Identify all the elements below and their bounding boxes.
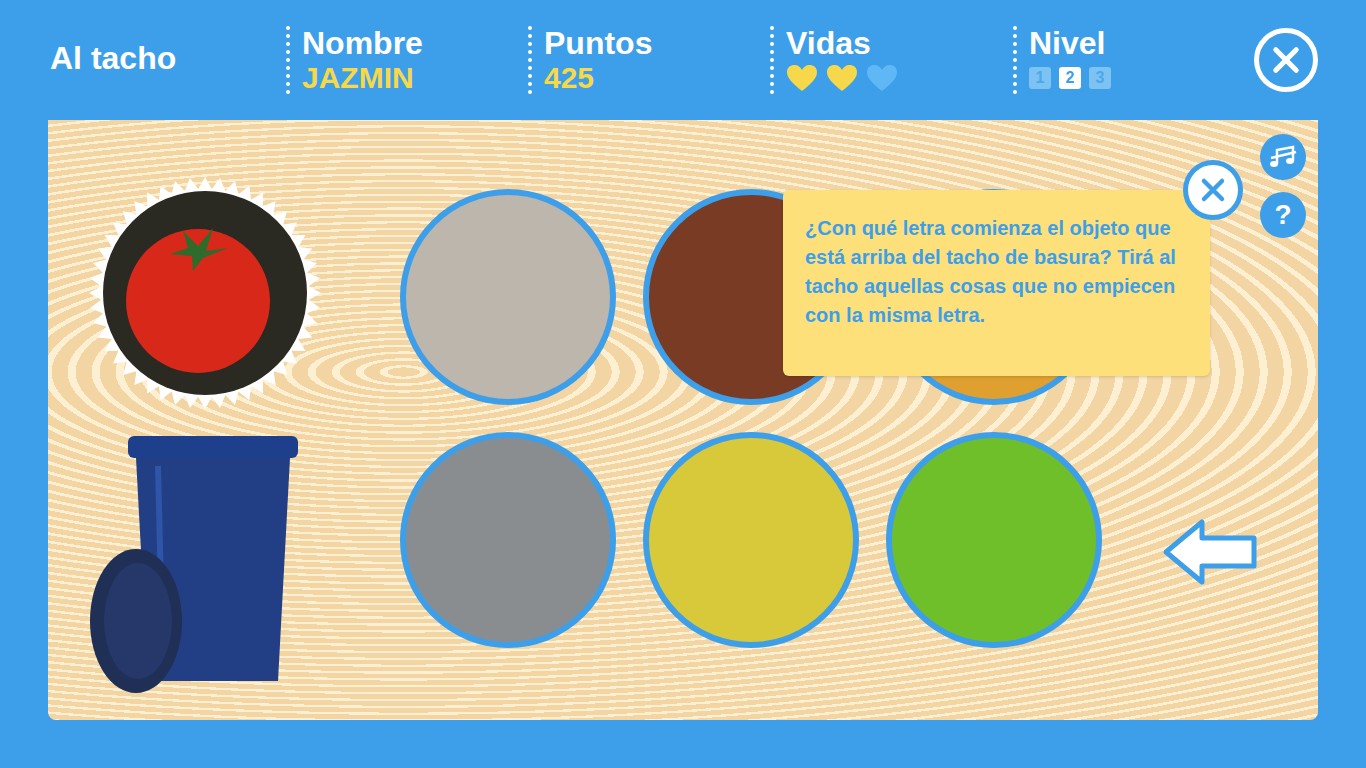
close-icon [1269,43,1303,77]
trash-can-icon[interactable] [88,426,308,696]
level-box: 1 [1029,67,1051,89]
level-box: 2 [1059,67,1081,89]
left-column [48,120,400,720]
tooltip-close-button[interactable] [1183,160,1243,220]
picture-option[interactable] [643,432,859,648]
instructions-tooltip: ¿Con qué letra comienza el objeto que es… [783,190,1210,376]
score-label: Puntos [544,26,770,60]
help-button[interactable]: ? [1260,192,1306,238]
arrow-left-icon [1162,518,1258,586]
music-off-icon [1268,142,1298,172]
hearts [786,62,1013,94]
heart-icon [826,64,858,92]
header: Al tachoNombreJAZMINPuntos425VidasNivel1… [0,0,1366,120]
picture-option[interactable] [400,189,616,405]
lives-label: Vidas [786,26,1013,60]
board: ¿Con qué letra comienza el objeto que es… [48,120,1318,720]
game-title: Al tacho [50,40,286,81]
side-icons: ? [1260,134,1306,238]
music-toggle-button[interactable] [1260,134,1306,180]
level-section: Nivel123 [1013,26,1249,94]
target-picture [88,176,322,410]
game-screen: Al tachoNombreJAZMINPuntos425VidasNivel1… [0,0,1366,768]
level-label: Nivel [1029,26,1249,60]
score-section: Puntos425 [528,26,770,94]
heart-icon [866,64,898,92]
level-box: 3 [1089,67,1111,89]
back-button[interactable] [1162,518,1258,589]
heart-icon [786,64,818,92]
levels: 123 [1029,62,1249,94]
player-label: Nombre [302,26,528,60]
picture-option[interactable] [400,432,616,648]
close-icon [1198,175,1228,205]
picture-option[interactable] [886,432,1102,648]
exit-button[interactable] [1254,28,1318,92]
score-value: 425 [544,62,770,94]
player-section: NombreJAZMIN [286,26,528,94]
player-name: JAZMIN [302,62,528,94]
lives-section: Vidas [770,26,1013,94]
